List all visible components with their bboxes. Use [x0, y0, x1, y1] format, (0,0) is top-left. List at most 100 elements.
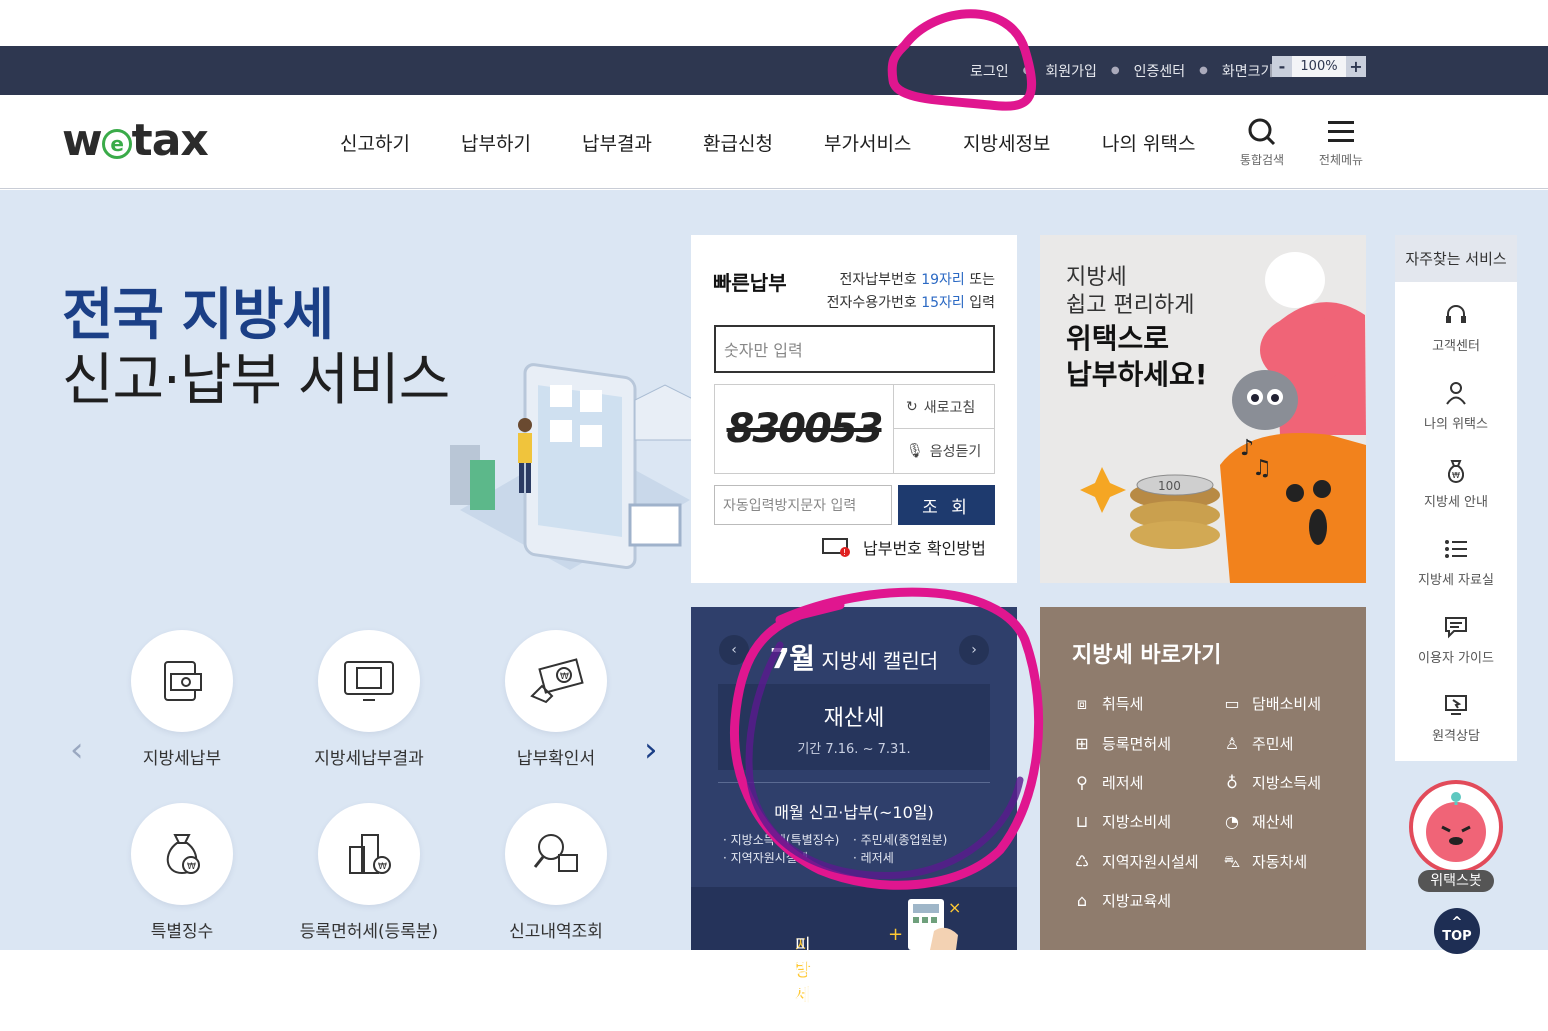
bicycle-icon: ⚲ [1076, 772, 1088, 792]
separator-dot: ● [1199, 65, 1208, 76]
calendar-item: · 레저세 [853, 851, 894, 865]
document-plus-icon: ⊞ [1075, 733, 1089, 753]
sidebar-title: 자주찾는 서비스 [1395, 235, 1517, 282]
captcha-input[interactable]: 자동입력방지문자 입력 [714, 485, 892, 525]
wetax-logo[interactable]: w e tax [62, 115, 209, 166]
remote-monitor-icon [1445, 695, 1467, 715]
calendar-tax-period: 기간 7.16. ~ 7.31. [797, 742, 911, 757]
list-icon [1445, 540, 1467, 558]
shortcut-local-consumption-tax[interactable]: ⊔ 지방소비세 [1072, 811, 1171, 832]
quick-pay-desc-line1: 전자납부번호 19자리 또는 [839, 272, 995, 288]
nav-report[interactable]: 신고하기 [340, 129, 410, 156]
shortcut-education-tax[interactable]: ⌂ 지방교육세 [1072, 890, 1171, 911]
search-button[interactable]: 통합검색 [1232, 117, 1292, 168]
person-icon: ♙ [1224, 733, 1240, 753]
sidebar-item-tax-guide[interactable]: ₩ 지방세 안내 [1395, 459, 1517, 510]
sidebar-item-customer-center[interactable]: 고객센터 [1395, 303, 1517, 354]
sidebar-item-remote-support[interactable]: 원격상담 [1395, 693, 1517, 744]
service-registration-license-tax[interactable]: ₩ 등록면허세(등록분) [299, 803, 439, 942]
chatbot-button[interactable] [1409, 780, 1503, 874]
shortcut-local-income-tax[interactable]: ♁ 지방소득세 [1222, 772, 1321, 793]
services-prev-arrow[interactable]: ‹ [70, 730, 84, 770]
services-next-arrow[interactable]: › [644, 730, 658, 770]
tax-precalc-link[interactable]: 지방세 미리 계산 + × [691, 887, 1017, 1031]
shortcut-vehicle-tax[interactable]: ⛍ 자동차세 [1222, 851, 1307, 872]
zoom-out-button[interactable]: - [1272, 56, 1292, 77]
service-payment-result[interactable]: 지방세납부결과 [299, 630, 439, 769]
search-icon [1248, 118, 1276, 146]
speech-bubble-icon [1445, 617, 1467, 639]
shortcut-resident-tax[interactable]: ♙ 주민세 [1222, 733, 1294, 754]
service-special-collection[interactable]: ₩ 특별징수 [112, 803, 252, 942]
recycle-icon: ♺ [1074, 851, 1090, 871]
calendar-tax-name: 재산세 [823, 706, 885, 731]
captcha-audio-button[interactable]: 🎙 음성듣기 [893, 429, 995, 473]
refresh-icon: ↻ [906, 398, 918, 415]
captcha-refresh-button[interactable]: ↻ 새로고침 [893, 385, 995, 429]
nav-extra-services[interactable]: 부가서비스 [824, 129, 911, 156]
zoom-control: - 100% + [1272, 56, 1366, 77]
tablet-illustration [450, 363, 696, 570]
service-local-tax-payment[interactable]: 지방세납부 [112, 630, 252, 769]
service-payment-certificate[interactable]: ₩ 납부확인서 [486, 630, 626, 769]
logo-w: w [62, 115, 103, 166]
card-alert-icon: ! [822, 538, 850, 557]
nav-tax-info[interactable]: 지방세정보 [963, 129, 1050, 156]
calendar-item: · 지역자원시설세 [723, 851, 808, 865]
quick-pay-panel: 빠른납부 전자납부번호 19자리 또는 전자수용가번호 15자리 입력 숫자만 … [691, 235, 1017, 583]
divider [718, 782, 990, 783]
cert-center-link[interactable]: 인증센터 [1134, 61, 1186, 81]
hero-title-line2: 신고·납부 서비스 [62, 348, 450, 413]
svg-text:₩: ₩ [1452, 471, 1460, 480]
tax-shortcuts-panel: 지방세 바로가기 ⧈ 취득세 ▭ 담배소비세 ⊞ 등록면허세 ♙ 주민세 ⚲ 레저세 ♁ 지… [1040, 607, 1366, 950]
chatbot-label[interactable]: 위택스봇 [1418, 870, 1494, 892]
nav-refund[interactable]: 환급신청 [703, 129, 773, 156]
service-report-history[interactable]: 신고내역조회 [486, 803, 626, 942]
payment-number-input[interactable]: 숫자만 입력 [714, 325, 995, 373]
calculator-icon: +× [888, 898, 961, 950]
shortcut-leisure-tax[interactable]: ⚲ 레저세 [1072, 772, 1143, 793]
signup-link[interactable]: 회원가입 [1045, 61, 1097, 81]
lookup-button[interactable]: 조 회 [898, 485, 995, 525]
coin-text: 100 [1158, 479, 1181, 493]
top-whitespace [0, 0, 1548, 46]
sidebar-item-tax-library[interactable]: 지방세 자료실 [1395, 537, 1517, 588]
svg-text:+: + [888, 924, 903, 945]
separator-dot: ● [1110, 65, 1120, 76]
tax-calendar: ‹ 7월 지방세 캘린더 › 재산세 기간 7.16. ~ 7.31. 매월 신… [691, 607, 1017, 1031]
mascot-illustration: 100 ♪♫ [1080, 252, 1366, 583]
utility-links: 로그인 ● 회원가입 ● 인증센터 ● 화면크기 [970, 46, 1273, 95]
magnifier-folder-icon [533, 834, 578, 872]
captcha-image: 830053 [726, 406, 884, 452]
promo-banner[interactable]: 지방세 쉽고 편리하게 위택스로 납부하세요! 100 ♪ ♫ [1040, 235, 1366, 583]
calendar-tax-card[interactable]: 재산세 기간 7.16. ~ 7.31. [718, 684, 990, 770]
nav-my-wetax[interactable]: 나의 위택스 [1102, 129, 1195, 156]
login-link[interactable]: 로그인 [970, 61, 1009, 81]
nav-pay-result[interactable]: 납부결과 [582, 129, 652, 156]
svg-text:₩: ₩ [560, 672, 569, 682]
search-label: 통합검색 [1239, 153, 1285, 167]
payment-number-help-link[interactable]: ! 납부번호 확인방법 [821, 535, 986, 559]
shortcut-tobacco-tax[interactable]: ▭ 담배소비세 [1222, 693, 1321, 714]
shortcut-registration-tax[interactable]: ⊞ 등록면허세 [1072, 733, 1171, 754]
cigarette-icon: ▭ [1224, 693, 1240, 713]
shortcut-acquisition-tax[interactable]: ⧈ 취득세 [1072, 693, 1144, 714]
chevron-up-icon: ^ [1451, 915, 1463, 930]
nav-pay[interactable]: 납부하기 [461, 129, 531, 156]
svg-text:₩: ₩ [378, 862, 387, 872]
calendar-next-button[interactable]: › [959, 635, 989, 665]
car-icon: ⛍ [1223, 851, 1241, 871]
all-menu-label: 전체메뉴 [1318, 153, 1364, 167]
quick-pay-title: 빠른납부 [713, 271, 787, 295]
scroll-top-button[interactable]: ^ TOP [1434, 908, 1480, 954]
sidebar-item-user-guide[interactable]: 이용자 가이드 [1395, 615, 1517, 666]
service-label: 등록면허세(등록분) [299, 922, 439, 942]
sidebar-item-my-wetax[interactable]: 나의 위택스 [1395, 381, 1517, 432]
shortcut-regional-resource-tax[interactable]: ♺ 지역자원시설세 [1072, 851, 1199, 872]
zoom-in-button[interactable]: + [1346, 56, 1366, 77]
calendar-item: · 주민세(종업원분) [853, 833, 948, 847]
service-label: 납부확인서 [516, 749, 596, 769]
shortcut-property-tax[interactable]: ◔ 재산세 [1222, 811, 1293, 832]
microphone-icon: 🎙 [906, 443, 924, 459]
all-menu-button[interactable]: 전체메뉴 [1311, 117, 1371, 168]
